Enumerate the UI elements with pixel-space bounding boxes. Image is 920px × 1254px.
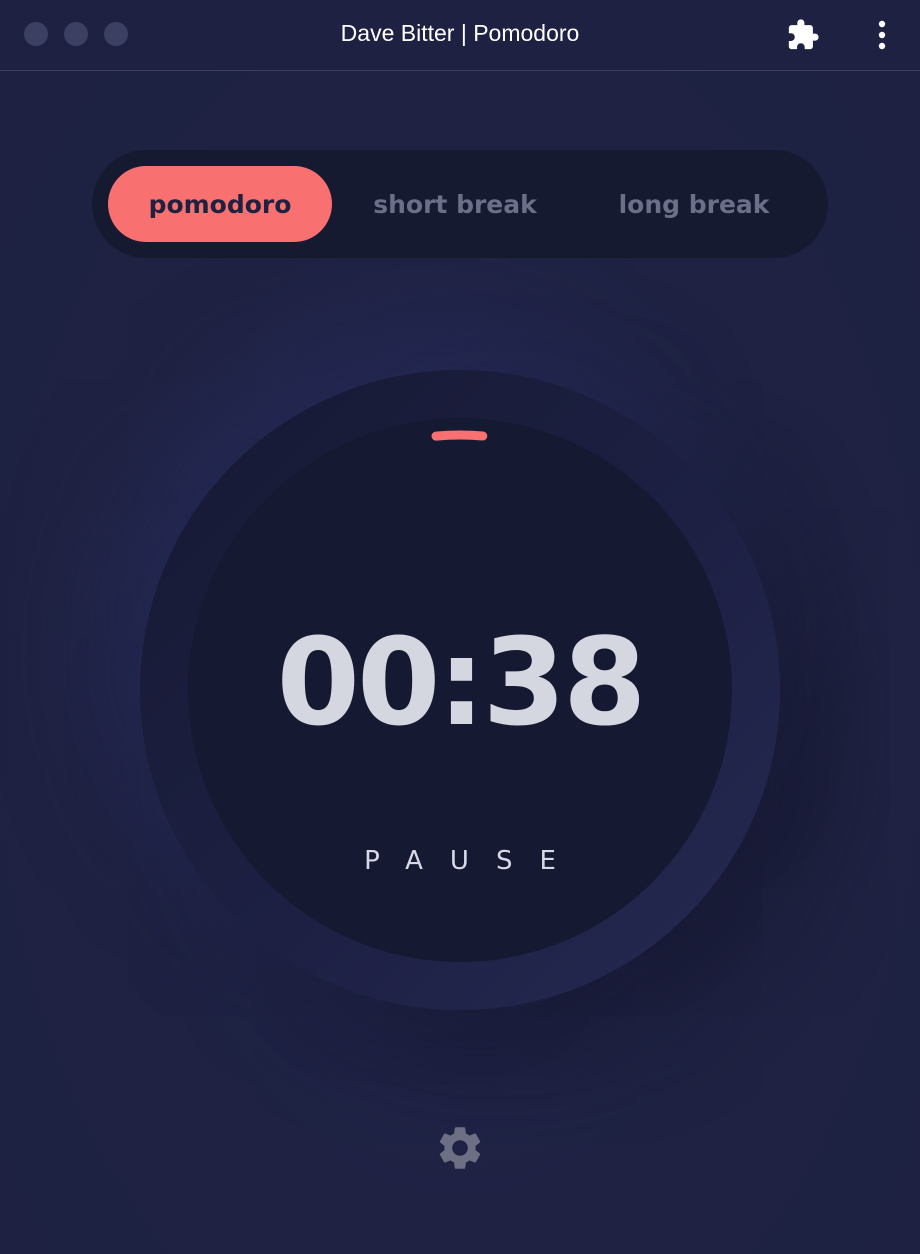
tab-pomodoro[interactable]: pomodoro bbox=[108, 166, 332, 242]
timer-face[interactable]: 00:38 PAUSE bbox=[188, 418, 732, 962]
timer-display: 00:38 bbox=[276, 614, 647, 753]
pause-button[interactable]: PAUSE bbox=[188, 846, 732, 876]
gear-icon[interactable] bbox=[434, 1122, 486, 1174]
timer-dial: 00:38 PAUSE bbox=[140, 370, 780, 1010]
tab-long-break[interactable]: long break bbox=[578, 166, 810, 242]
puzzle-icon[interactable] bbox=[786, 18, 820, 52]
progress-arc bbox=[431, 430, 488, 441]
mode-selector: pomodoro short break long break bbox=[92, 150, 828, 258]
title-bar: Dave Bitter | Pomodoro bbox=[0, 0, 920, 71]
more-vertical-icon[interactable] bbox=[868, 18, 896, 52]
app-window: Dave Bitter | Pomodoro pomodoro short br… bbox=[0, 0, 920, 1254]
tab-short-break[interactable]: short break bbox=[340, 166, 570, 242]
window-title: Dave Bitter | Pomodoro bbox=[340, 20, 580, 46]
